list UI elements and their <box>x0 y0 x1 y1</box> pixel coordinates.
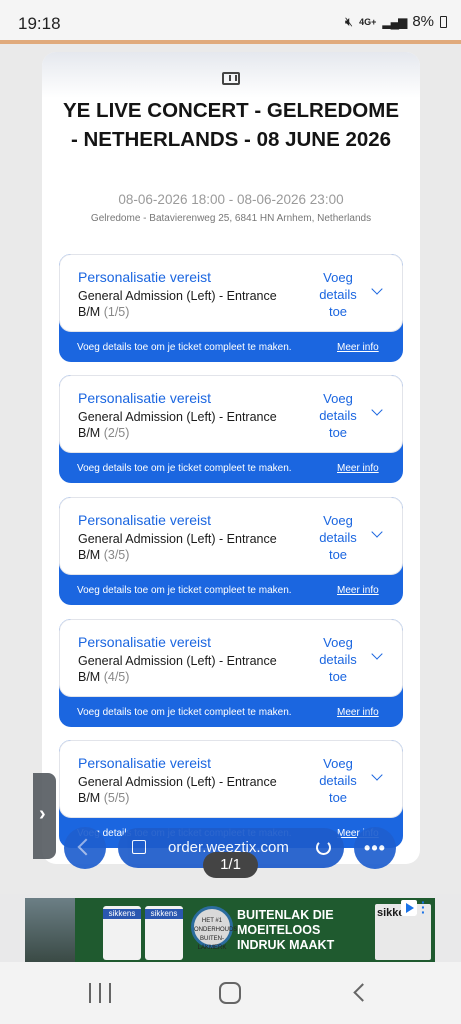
system-back-button[interactable] <box>353 983 372 1002</box>
system-nav-bar <box>0 962 461 1024</box>
chevron-down-icon[interactable] <box>371 769 383 781</box>
ticket-card[interactable]: Personalisatie vereist General Admission… <box>59 254 403 362</box>
event-address: Gelredome - Batavierenweg 25, 6841 HN Ar… <box>90 213 372 224</box>
add-details-button[interactable]: Voeg details toe <box>310 512 366 563</box>
more-info-link[interactable]: Meer info <box>337 707 379 718</box>
add-details-button[interactable]: Voeg details toe <box>310 269 366 320</box>
ticket-count: (3/5) <box>103 548 130 562</box>
chevron-right-icon: › <box>39 803 46 825</box>
ticket-footer-text: Voeg details toe om je ticket compleet t… <box>77 585 292 596</box>
recents-button[interactable] <box>89 983 111 1003</box>
signal-icon: ▂▄▆ <box>382 14 407 29</box>
status-bar: 19:18 🔇︎ 4G+ ▂▄▆ 8% <box>0 0 461 40</box>
status-time: 19:18 <box>18 14 61 33</box>
ticket-card-body: Personalisatie vereist General Admission… <box>59 375 403 453</box>
more-dots-icon: ••• <box>364 838 386 858</box>
more-info-link[interactable]: Meer info <box>337 463 379 474</box>
ticket-status: Personalisatie vereist <box>78 269 212 285</box>
ticket-card-body: Personalisatie vereist General Admission… <box>59 740 403 818</box>
home-button[interactable] <box>219 982 241 1004</box>
ticket-card-body: Personalisatie vereist General Admission… <box>59 619 403 697</box>
ticket-status: Personalisatie vereist <box>78 755 212 771</box>
chevron-down-icon[interactable] <box>371 648 383 660</box>
ticket-card-body: Personalisatie vereist General Admission… <box>59 497 403 575</box>
battery-percent: 8% <box>412 13 434 30</box>
page-indicator: 1/1 <box>203 852 258 878</box>
ad-person-image <box>25 898 75 962</box>
mute-icon: 🔇︎ <box>344 13 354 29</box>
ticket-card-body: Personalisatie vereist General Admission… <box>59 254 403 332</box>
status-icons: 🔇︎ 4G+ ▂▄▆ 8% <box>345 13 447 30</box>
ticket-type: General Admission (Left) - Entrance B/M … <box>78 289 277 319</box>
ticket-status: Personalisatie vereist <box>78 390 212 406</box>
add-details-button[interactable]: Voeg details toe <box>310 390 366 441</box>
browser-back-button[interactable] <box>64 827 106 869</box>
network-label: 4G+ <box>359 16 377 27</box>
edge-panel-handle[interactable]: › <box>33 773 56 859</box>
ticket-type: General Admission (Left) - Entrance B/M … <box>78 654 277 684</box>
ticket-page-screenshot: YE LIVE CONCERT - GELREDOME - NETHERLAND… <box>42 52 420 864</box>
add-details-button[interactable]: Voeg details toe <box>310 634 366 685</box>
ticket-icon <box>222 72 240 85</box>
event-datetime: 08-06-2026 18:00 - 08-06-2026 23:00 <box>118 192 344 207</box>
more-info-link[interactable]: Meer info <box>337 342 379 353</box>
ticket-footer-text: Voeg details toe om je ticket compleet t… <box>77 707 292 718</box>
add-details-button[interactable]: Voeg details toe <box>310 755 366 806</box>
page-icon <box>132 840 146 854</box>
ticket-count: (5/5) <box>103 791 130 805</box>
paint-can-image: sikkens <box>145 906 183 960</box>
chevron-down-icon[interactable] <box>371 283 383 295</box>
ticket-card[interactable]: Personalisatie vereist General Admission… <box>59 619 403 727</box>
back-arrow-icon <box>77 838 95 856</box>
ad-badge: HET #1 ONDERHOUDS BUITEN- LAKMERK <box>191 906 237 951</box>
more-info-link[interactable]: Meer info <box>337 585 379 596</box>
ticket-type: General Admission (Left) - Entrance B/M … <box>78 775 277 805</box>
ticket-type: General Admission (Left) - Entrance B/M … <box>78 410 277 440</box>
event-title: YE LIVE CONCERT - GELREDOME - NETHERLAND… <box>63 99 399 151</box>
ad-choices-icon[interactable] <box>401 900 417 916</box>
ticket-status: Personalisatie vereist <box>78 634 212 650</box>
ticket-card[interactable]: Personalisatie vereist General Admission… <box>59 375 403 483</box>
ad-banner[interactable]: sikkens sikkens HET #1 ONDERHOUDS BUITEN… <box>25 898 435 962</box>
ticket-card[interactable]: Personalisatie vereist General Admission… <box>59 497 403 605</box>
browser-menu-button[interactable]: ••• <box>354 827 396 869</box>
ticket-count: (2/5) <box>103 426 130 440</box>
ticket-footer-text: Voeg details toe om je ticket compleet t… <box>77 463 292 474</box>
ticket-count: (4/5) <box>103 670 130 684</box>
paint-can-image: sikkens <box>103 906 141 960</box>
ad-headline: BUITENLAK DIE MOEITELOOS INDRUK MAAKT <box>237 908 335 952</box>
chevron-down-icon[interactable] <box>371 404 383 416</box>
battery-icon <box>440 15 447 28</box>
ticket-type: General Admission (Left) - Entrance B/M … <box>78 532 277 562</box>
ticket-count: (1/5) <box>103 305 130 319</box>
ad-menu-icon[interactable]: · · · <box>421 898 426 919</box>
chevron-down-icon[interactable] <box>371 526 383 538</box>
ticket-footer-text: Voeg details toe om je ticket compleet t… <box>77 342 292 353</box>
reload-icon[interactable] <box>316 840 331 855</box>
ticket-status: Personalisatie vereist <box>78 512 212 528</box>
